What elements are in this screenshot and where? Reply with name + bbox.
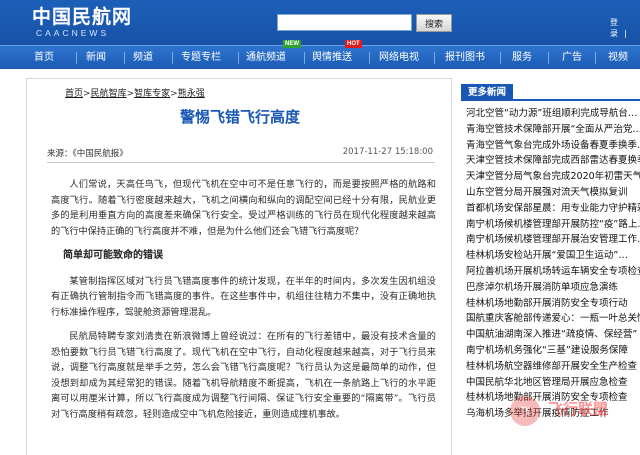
article-paragraph: 民航局特聘专家刘清贵在新浪微博上曾经说过：在所有的飞行差错中，最没有技术含量的恐… [51,331,436,420]
logo-chinese: 中国民航网 [32,6,133,28]
breadcrumb-sep: > [126,89,135,99]
nav-item-label: 舆情推送 [312,52,352,63]
top-links: 登录 | [610,17,640,39]
breadcrumb-think-tank[interactable]: 民航智库 [91,89,127,99]
nav-divider [548,52,549,64]
list-item[interactable]: 天津空管分局气象台完成2020年初雷天气保障 [461,169,640,185]
article-date: 2017-11-27 15:18:00 [342,147,433,157]
list-item[interactable]: 桂林机场地勤部开展消防安全专项行动 [461,296,640,312]
watermark-logo: 飞 [510,396,540,426]
article-paragraph: 某管制指挥区域对飞行员飞错高度事件的统计发现，在半年的时间内，多次发生因机组没有… [51,275,436,318]
list-item[interactable]: 南宁机场候机楼管理部开展治安管理工作… [461,232,640,248]
nav-item-video[interactable]: 视频 [608,46,628,70]
nav-item-channels[interactable]: 频道 [133,46,153,70]
list-item[interactable]: 巴彦淖尔机场开展消防单项应急演练 [461,280,640,296]
nav-divider [76,52,77,64]
nav-divider [369,52,370,64]
article-subheading: 简单却可能致命的错误 [63,250,163,261]
breadcrumb-sep: > [170,89,178,99]
list-item[interactable]: 天津空管技术保障部完成西部雷达春夏换季 [461,153,640,169]
sidebar-header: 更多新闻 [461,84,640,101]
nav-item-general-aviation[interactable]: 通航频道 NEW [246,40,301,70]
breadcrumb: 首页>民航智库>智库专家>熊永强 [65,86,205,99]
article-source: 来源：《中国民航报》 [47,149,128,159]
hot-badge: HOT [345,40,362,48]
top-link-sep: | [624,29,627,38]
breadcrumb-home[interactable]: 首页 [65,89,83,99]
main-nav: 首页 新闻 频道 专题专栏 通航频道 NEW 舆情推送 HOT 网络电视 报刊图… [0,40,640,70]
article-title: 警惕飞错飞行高度 [179,108,300,126]
breadcrumb-sep: > [83,89,91,99]
breadcrumb-experts[interactable]: 智库专家 [134,89,170,99]
breadcrumb-author[interactable]: 熊永强 [178,89,205,99]
list-item[interactable]: 桂林机场航空器维修部开展安全生产检查 [461,359,640,375]
watermark-text: 飞行联盟 [548,400,609,418]
nav-item-ads[interactable]: 广告 [562,46,582,70]
nav-item-home[interactable]: 首页 [34,46,54,70]
list-item[interactable]: 中国航油湖南深入推进“疏疫情、保经营” [461,327,640,343]
nav-item-label: 通航频道 [246,52,286,63]
new-badge: NEW [283,40,301,48]
list-item[interactable]: 国航重庆客舱部传递爱心：一瓶一叶总关情 [461,311,640,327]
search-input[interactable] [277,14,412,31]
list-item[interactable]: 中国民航华北地区管理局开展应急检查 [461,375,640,391]
nav-divider [595,52,596,64]
list-item[interactable]: 阿拉善机场开展机场转运车辆安全专项检查 [461,264,640,280]
article-body: 人们常说，天高任鸟飞，但现代飞机在空中可不是任意飞行的，而是要按照严格的航路和高… [51,177,436,431]
nav-divider [172,52,173,64]
logo-english: CAACNEWS [36,28,110,38]
search-button[interactable]: 搜索 [416,14,452,32]
list-item[interactable]: 青海空管气象台完成外场设备春夏季换季… [461,138,640,154]
article-paragraph: 人们常说，天高任鸟飞，但现代飞机在空中可不是任意飞行的，而是要按照严格的航路和高… [51,179,436,237]
site-header: 中国民航网 CAACNEWS 搜索 登录 | [0,0,640,45]
nav-divider [238,52,239,64]
nav-divider [304,52,305,64]
nav-item-sentiment[interactable]: 舆情推送 HOT [312,40,362,70]
list-item[interactable]: 南宁机场候机楼管理部开展防控“疫”路上… [461,217,640,233]
list-item[interactable]: 南宁机场机务强化“三基”建设服务保障 [461,343,640,359]
login-link[interactable]: 登录 [610,18,618,38]
list-item[interactable]: 山东空管分局开展强对流天气模拟复训 [461,185,640,201]
nav-item-topics[interactable]: 专题专栏 [181,46,221,70]
nav-item-news[interactable]: 新闻 [86,46,106,70]
article-panel: 首页>民航智库>智库专家>熊永强 警惕飞错飞行高度 来源：《中国民航报》 201… [26,78,452,455]
nav-item-press[interactable]: 报刊图书 [445,46,485,70]
list-item[interactable]: 河北空管“动力源”班组顺利完成导航台… [461,106,640,122]
nav-divider [124,52,125,64]
nav-divider [434,52,435,64]
nav-divider [500,52,501,64]
sidebar-tab-more-news[interactable]: 更多新闻 [461,84,514,101]
list-item[interactable]: 青海空管技术保障部开展“全面从严治党… [461,122,640,138]
site-logo[interactable]: 中国民航网 CAACNEWS [32,6,132,38]
list-item[interactable]: 首都机场安保部星晨：用专业能力守护精彩 [461,201,640,217]
nav-item-services[interactable]: 服务 [512,46,532,70]
nav-item-tv[interactable]: 网络电视 [379,46,419,70]
list-item[interactable]: 桂林机场安检站开展“爱国卫生运动”… [461,248,640,264]
article-divider [47,162,435,163]
news-list: 河北空管“动力源”班组顺利完成导航台… 青海空管技术保障部开展“全面从严治党… 青海… [461,106,640,422]
